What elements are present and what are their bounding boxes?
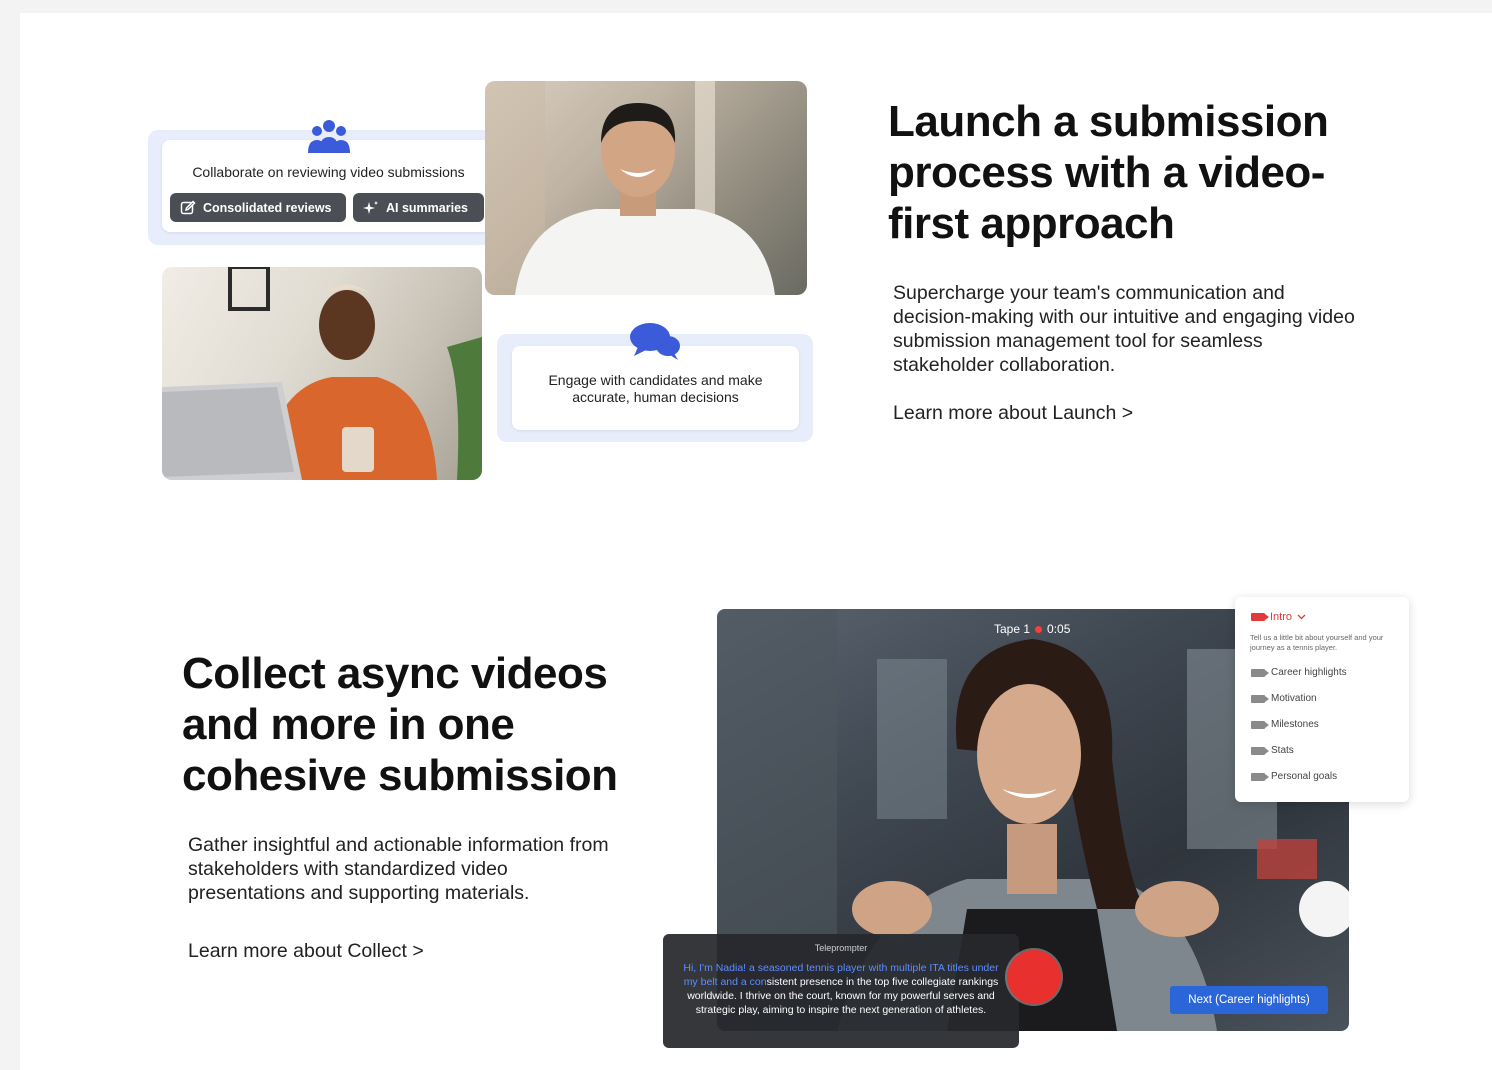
question-item-motivation[interactable]: Motivation: [1251, 693, 1317, 704]
question-item-personal-goals[interactable]: Personal goals: [1251, 771, 1337, 782]
recording-dot-icon: [1035, 625, 1043, 633]
question-item-label: Personal goals: [1271, 771, 1338, 782]
engage-line-2: accurate, human decisions: [572, 389, 739, 405]
intro-dropdown[interactable]: Intro: [1251, 611, 1306, 623]
woman-at-laptop-photo: [162, 267, 482, 480]
collect-heading: Collect async videos and more in one coh…: [182, 649, 618, 800]
collaborate-card-text: Collaborate on reviewing video submissio…: [192, 164, 465, 180]
chevron-down-icon: [1297, 614, 1306, 620]
consolidated-reviews-pill: Consolidated reviews: [170, 193, 346, 222]
video-camera-icon: [1251, 694, 1269, 703]
record-button[interactable]: [1007, 950, 1061, 1004]
people-group-icon: [308, 120, 350, 153]
intro-title: Intro: [1270, 611, 1293, 623]
recording-status: Tape 1 0:05: [994, 622, 1070, 636]
question-item-label: Motivation: [1271, 693, 1317, 704]
next-question-button[interactable]: Next (Career highlights): [1170, 986, 1328, 1014]
launch-description: Supercharge your team's communication an…: [893, 282, 1355, 376]
question-item-label: Milestones: [1271, 719, 1319, 730]
ai-summaries-label: AI summaries: [386, 200, 468, 215]
smiling-man-photo: [485, 81, 807, 295]
tape-label: Tape 1: [994, 622, 1031, 636]
teleprompter-script: Hi, I'm Nadia! a seasoned tennis player …: [682, 961, 1000, 1017]
teleprompter-title: Teleprompter: [814, 943, 868, 953]
sparkle-icon: [363, 200, 378, 214]
engage-line-1: Engage with candidates and make: [548, 372, 763, 388]
learn-more-collect-link[interactable]: Learn more about Collect >: [188, 940, 424, 963]
launch-heading: Launch a submission process with a video…: [888, 97, 1329, 248]
video-camera-icon: [1251, 746, 1269, 755]
chat-bubbles-icon: [630, 323, 680, 360]
question-item-stats[interactable]: Stats: [1251, 745, 1294, 756]
recording-time: 0:05: [1047, 622, 1071, 636]
video-camera-icon: [1251, 668, 1269, 677]
question-item-career-highlights[interactable]: Career highlights: [1251, 667, 1347, 678]
video-camera-icon: [1251, 720, 1269, 729]
intro-description: Tell us a little bit about yourself and …: [1250, 633, 1384, 652]
video-camera-icon: [1251, 772, 1269, 781]
video-camera-icon: [1251, 613, 1269, 621]
question-item-label: Career highlights: [1271, 667, 1347, 678]
consolidated-reviews-label: Consolidated reviews: [203, 200, 332, 215]
ai-summaries-pill: AI summaries: [353, 193, 484, 222]
collect-description: Gather insightful and actionable informa…: [188, 834, 609, 904]
question-item-milestones[interactable]: Milestones: [1251, 719, 1319, 730]
engage-card-text: Engage with candidates and make accurate…: [512, 372, 799, 406]
learn-more-launch-link[interactable]: Learn more about Launch >: [893, 402, 1133, 425]
edit-icon: [180, 199, 196, 214]
question-item-label: Stats: [1271, 745, 1294, 756]
